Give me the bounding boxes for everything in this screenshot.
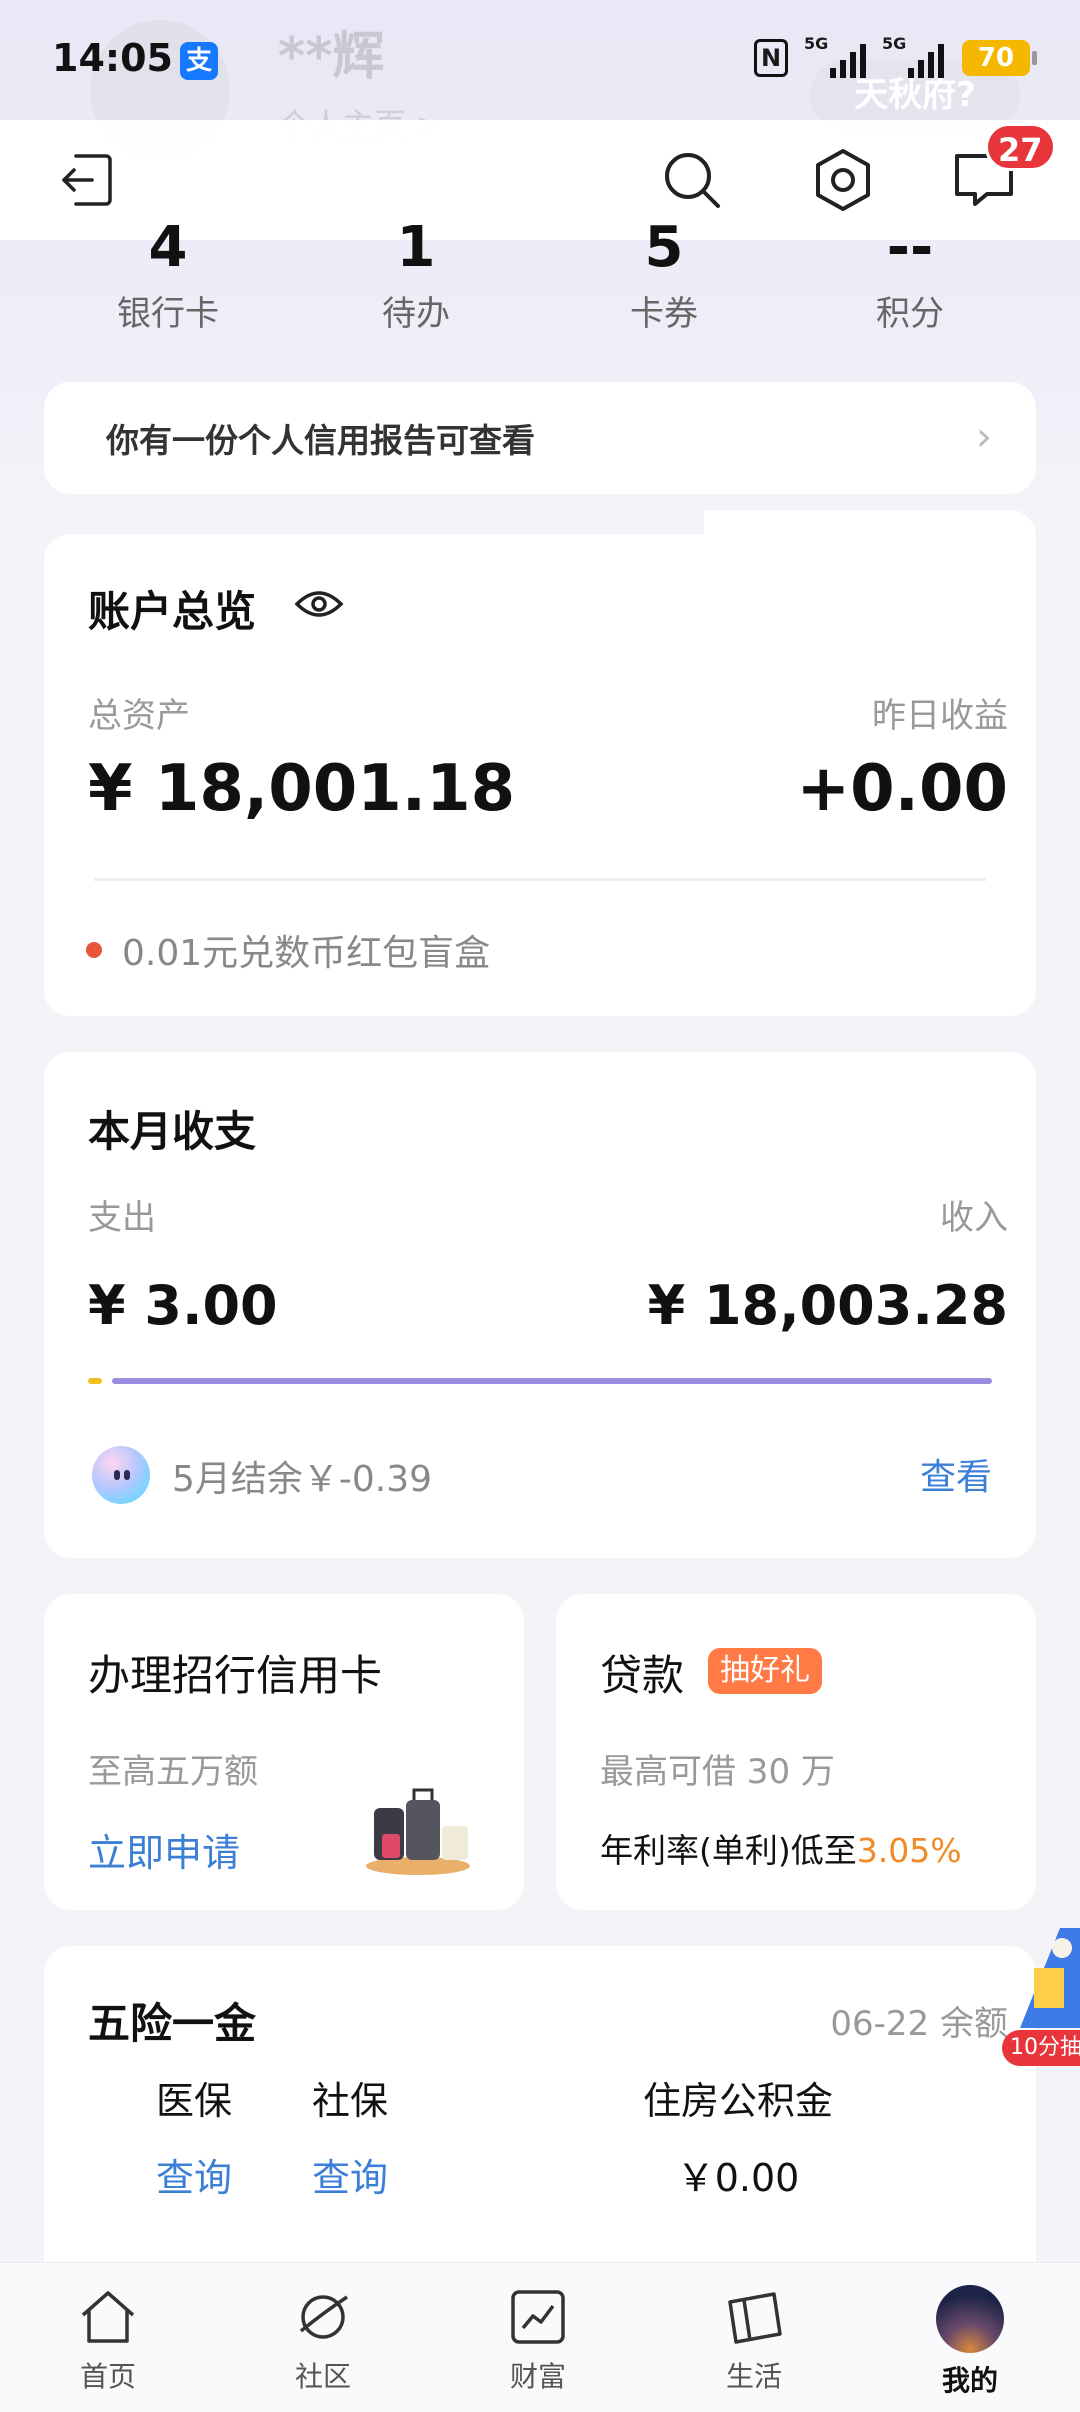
stat-value: -- [886,220,934,276]
stat-label: 积分 [876,294,944,334]
insurance-title: 五险一金 [88,1999,257,2048]
social-title: 社保 [311,2079,388,2123]
stat-coupons[interactable]: 5 卡券 [564,220,764,335]
chart-icon [506,2285,570,2349]
account-overview-card: 账户总览 总资产 昨日收益 ¥ 18,001.18 +0.00 0.01元兑数币… [44,510,1036,1016]
loan-subtitle: 最高可借 30 万 [600,1752,835,1792]
nav-home[interactable]: 首页 [48,2285,168,2395]
medical-query-link[interactable]: 查询 [104,2147,284,2202]
stat-value: 1 [396,220,436,276]
nav-community[interactable]: 社区 [263,2285,383,2395]
stat-label: 卡券 [630,294,698,334]
social-security[interactable]: 社保 查询 [260,2070,440,2202]
income-bar [112,1378,992,1384]
bottom-navigation: 首页 社区 财富 生活 我的 [0,2262,1080,2412]
gift-tag: 抽好礼 [708,1648,822,1694]
yesterday-earnings-label: 昨日收益 [872,696,1008,736]
promo-text[interactable]: 0.01元兑数币红包盲盒 [122,924,490,976]
logout-icon[interactable] [48,142,124,218]
signal-icon-2: 5G [882,34,944,78]
credit-report-banner[interactable]: 你有一份个人信用报告可查看 › [44,382,1036,494]
card-tab-decoration [704,510,1036,570]
assistant-mascot-icon [92,1446,150,1504]
chevron-right-icon: › [976,414,992,460]
alipay-icon: 支 [180,42,218,80]
message-count-badge: 27 [985,123,1056,171]
loan-promo[interactable]: 贷款 抽好礼 最高可借 30 万 年利率(单利)低至3.05% [556,1594,1036,1910]
medical-title: 医保 [155,2079,232,2123]
account-overview-title: 账户总览 [88,587,257,636]
battery-icon: 70 [962,40,1037,76]
eye-icon[interactable] [294,584,344,628]
gear-icon[interactable] [805,142,881,218]
promo-subtitle: 至高五万额 [88,1752,258,1792]
loan-rate-value: 3.05% [856,1831,962,1870]
monthly-summary-card: 本月收支 支出 收入 ¥ 3.00 ¥ 18,003.28 5月结余￥-0.39… [44,1052,1036,1558]
monthly-title: 本月收支 [88,1107,257,1156]
signal-icon-1: 5G [804,34,866,78]
expense-label: 支出 [88,1198,156,1238]
nav-label: 我的 [941,2364,998,2397]
floating-promo-tag[interactable]: 10分抽 [1002,2030,1080,2066]
status-time: 14:05 [52,36,173,80]
social-query-link[interactable]: 查询 [260,2147,440,2202]
income-value[interactable]: ¥ 18,003.28 [648,1274,1008,1337]
expense-value[interactable]: ¥ 3.00 [88,1274,278,1337]
search-icon[interactable] [654,142,730,218]
ticket-icon [722,2285,786,2349]
expense-bar [88,1378,102,1384]
nav-label: 首页 [79,2360,136,2393]
yesterday-earnings-value[interactable]: +0.00 [796,752,1008,826]
stat-label: 银行卡 [117,294,219,334]
nav-label: 生活 [725,2360,782,2393]
credit-report-text: 你有一份个人信用报告可查看 [106,421,535,460]
home-icon [76,2285,140,2349]
total-assets-value[interactable]: ¥ 18,001.18 [88,752,515,826]
balance-text: 5月结余￥-0.39 [172,1459,433,1500]
view-link[interactable]: 查看 [920,1448,992,1500]
nav-label: 社区 [294,2360,351,2393]
apply-now-link[interactable]: 立即申请 [88,1822,240,1877]
promo-title: 办理招行信用卡 [88,1651,383,1700]
divider [94,878,986,881]
nfc-icon: N [754,39,788,77]
credit-card-promo[interactable]: 办理招行信用卡 至高五万额 立即申请 [44,1594,524,1910]
avatar [936,2285,1004,2353]
loan-rate-prefix: 年利率(单利)低至 [600,1831,857,1870]
income-label: 收入 [940,1198,1008,1238]
loan-rate: 年利率(单利)低至3.05% [600,1824,962,1872]
planet-icon [291,2285,355,2349]
nav-wealth[interactable]: 财富 [478,2285,598,2395]
housing-fund-value: ￥0.00 [676,2156,800,2200]
housing-fund-title: 住房公积金 [642,2079,833,2123]
insurance-date: 06-22 余额 [830,2004,1008,2044]
status-bar: 14:05 支 N 5G 5G 70 [0,0,1080,120]
system-icons: N 5G 5G 70 [754,34,1037,78]
stat-points[interactable]: -- 积分 [810,220,1010,335]
nav-mine[interactable]: 我的 [910,2285,1030,2399]
stat-value: 4 [148,220,188,276]
stat-todo[interactable]: 1 待办 [316,220,516,335]
medical-insurance[interactable]: 医保 查询 [104,2070,284,2202]
luggage-icon [362,1786,474,1876]
stat-value: 5 [644,220,684,276]
stats-row: 4 银行卡 1 待办 5 卡券 -- 积分 [0,220,1080,350]
loan-title: 贷款 [600,1651,685,1700]
nav-label: 财富 [509,2360,566,2393]
red-dot-icon [86,942,102,958]
total-assets-label: 总资产 [88,696,190,736]
nav-life[interactable]: 生活 [694,2285,814,2395]
housing-fund[interactable]: 住房公积金 ￥0.00 [608,2070,868,2202]
stat-bank-cards[interactable]: 4 银行卡 [68,220,268,335]
stat-label: 待办 [382,294,450,334]
